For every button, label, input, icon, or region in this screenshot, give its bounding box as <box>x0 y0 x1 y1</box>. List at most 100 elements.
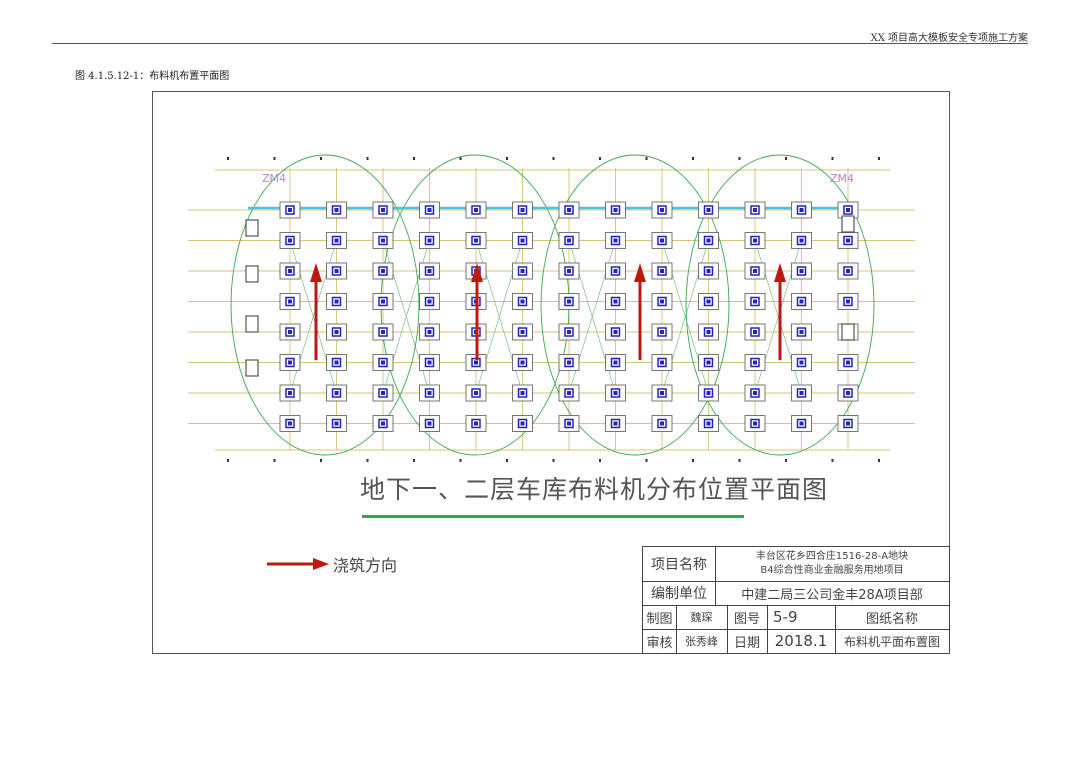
column-core <box>567 360 571 365</box>
column-core <box>288 391 292 395</box>
column-core <box>427 391 432 395</box>
figure-caption: 图 4.1.5.12-1：布料机布置平面图 <box>75 71 230 82</box>
column-core <box>567 208 571 212</box>
side-column <box>245 359 259 377</box>
header-rule <box>52 43 1028 44</box>
tb-unit-value: 中建二局三公司金丰28A项目部 <box>741 587 923 603</box>
column-core <box>288 330 292 334</box>
column-core <box>846 208 850 212</box>
column-core <box>753 238 757 243</box>
column-core <box>799 238 804 243</box>
column-core <box>660 238 664 243</box>
pour-arrow-head <box>310 263 322 282</box>
tb-project-name-value: 丰台区花乡四合庄1516-28-A地块 B4综合性商业金融服务用地项目 <box>715 547 949 581</box>
header-title: XX 项目高大模板安全专项施工方案 <box>870 33 1028 44</box>
side-column <box>841 215 855 233</box>
column-core <box>799 299 804 304</box>
side-column <box>245 265 259 283</box>
column-core <box>846 238 850 243</box>
column-core <box>288 299 292 304</box>
column-core <box>660 269 664 273</box>
column-core <box>613 360 618 365</box>
column-core <box>613 299 618 304</box>
column-core <box>474 238 478 243</box>
column-core <box>520 208 525 212</box>
column-core <box>846 391 850 395</box>
column-core <box>520 421 525 426</box>
tb-date-label: 日期 <box>733 635 760 651</box>
column-core <box>427 330 432 334</box>
zone-label-left: ZM4 <box>262 172 286 185</box>
column-core <box>520 269 525 273</box>
pour-arrow-head <box>774 263 786 282</box>
title-block: 项目名称 丰台区花乡四合庄1516-28-A地块 B4综合性商业金融服务用地项目… <box>642 546 950 654</box>
column-core <box>613 391 618 395</box>
column-core <box>706 421 711 426</box>
tb-checked-label: 审核 <box>646 635 673 651</box>
zone-label-right: ZM4 <box>830 172 854 185</box>
column-core <box>660 421 664 426</box>
column-core <box>567 421 571 426</box>
column-core <box>520 391 525 395</box>
column-core <box>334 238 339 243</box>
column-core <box>381 391 385 395</box>
column-core <box>706 269 711 273</box>
column-core <box>381 360 385 365</box>
column-core <box>520 330 525 334</box>
column-core <box>520 238 525 243</box>
column-core <box>427 360 432 365</box>
column-core <box>567 330 571 334</box>
column-core <box>799 208 804 212</box>
column-core <box>334 330 339 334</box>
tb-project-line1: 丰台区花乡四合庄1516-28-A地块 <box>755 551 909 562</box>
column-core <box>753 299 757 304</box>
column-core <box>427 421 432 426</box>
column-core <box>613 208 618 212</box>
tb-date-value: 2018.1 <box>774 632 828 650</box>
column-core <box>753 269 757 273</box>
column-core <box>706 299 711 304</box>
tb-project-name-label: 项目名称 <box>651 557 707 573</box>
column-core <box>334 269 339 273</box>
column-core <box>381 421 385 426</box>
column-core <box>334 421 339 426</box>
column-core <box>799 269 804 273</box>
column-core <box>613 330 618 334</box>
column-core <box>381 330 385 334</box>
column-core <box>753 391 757 395</box>
column-core <box>753 208 757 212</box>
column-core <box>846 299 850 304</box>
column-core <box>660 330 664 334</box>
column-core <box>334 360 339 365</box>
column-core <box>846 269 850 273</box>
column-core <box>381 269 385 273</box>
column-core <box>288 238 292 243</box>
tb-project-line2: B4综合性商业金融服务用地项目 <box>760 565 904 576</box>
column-core <box>660 360 664 365</box>
column-core <box>288 208 292 212</box>
column-core <box>427 208 432 212</box>
column-core <box>474 360 478 365</box>
column-core <box>613 421 618 426</box>
column-core <box>846 360 850 365</box>
tb-drawing-name-label: 图纸名称 <box>865 611 918 627</box>
tb-drawing-no-label: 图号 <box>733 611 760 627</box>
column-core <box>567 299 571 304</box>
column-core <box>520 360 525 365</box>
column-core <box>427 238 432 243</box>
column-core <box>799 360 804 365</box>
column-core <box>474 391 478 395</box>
column-core <box>520 299 525 304</box>
drawing-title: 地下一、二层车库布料机分布位置平面图 <box>360 475 829 504</box>
column-core <box>381 238 385 243</box>
column-core <box>660 391 664 395</box>
side-column <box>841 323 855 341</box>
legend-label: 浇筑方向 <box>333 556 398 575</box>
column-core <box>613 238 618 243</box>
column-core <box>846 421 850 426</box>
column-core <box>706 360 711 365</box>
column-core <box>334 391 339 395</box>
column-core <box>706 391 711 395</box>
column-core <box>706 208 711 212</box>
tb-checked-value: 张秀峰 <box>685 635 718 648</box>
